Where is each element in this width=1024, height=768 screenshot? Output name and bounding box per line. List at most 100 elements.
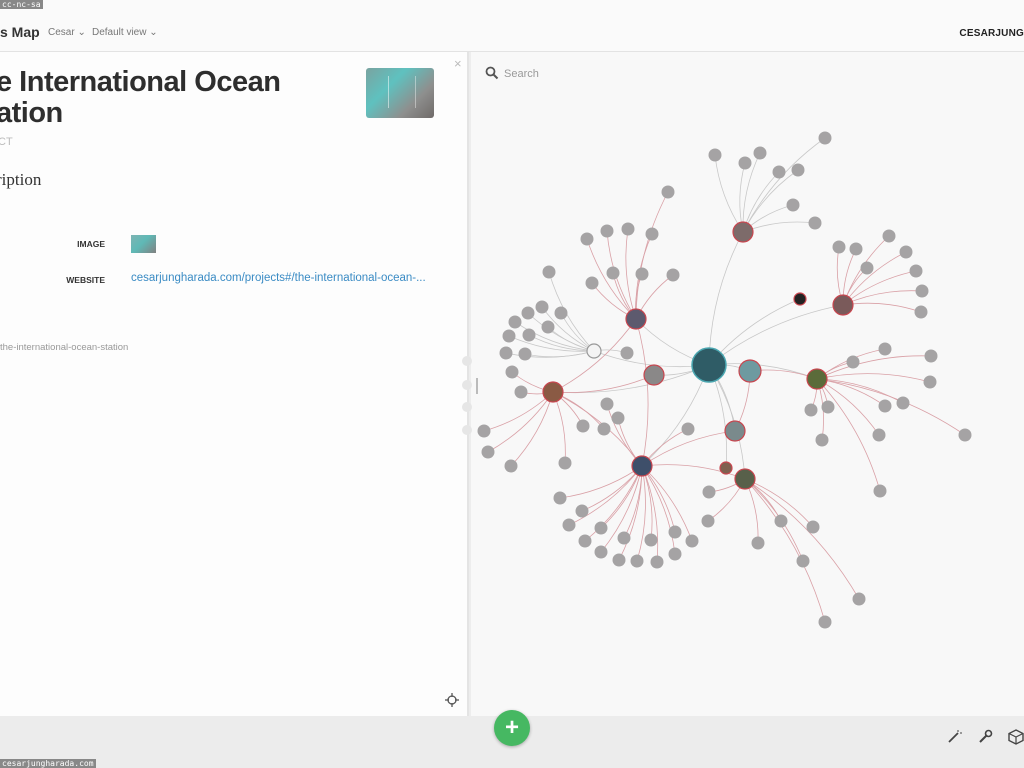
wrench-icon[interactable] <box>977 729 993 745</box>
graph-node[interactable] <box>505 365 519 379</box>
graph-node[interactable] <box>708 148 722 162</box>
search-icon[interactable] <box>485 66 499 80</box>
graph-hub-node[interactable] <box>724 420 746 442</box>
graph-node[interactable] <box>872 428 886 442</box>
graph-node[interactable] <box>832 240 846 254</box>
graph-node[interactable] <box>914 305 928 319</box>
graph-node[interactable] <box>701 514 715 528</box>
graph-node[interactable] <box>645 227 659 241</box>
graph-node[interactable] <box>558 456 572 470</box>
graph-node[interactable] <box>644 533 658 547</box>
graph-node[interactable] <box>804 403 818 417</box>
graph-node[interactable] <box>522 328 536 342</box>
graph-node[interactable] <box>958 428 972 442</box>
graph-hub-node[interactable] <box>625 308 647 330</box>
graph-node[interactable] <box>774 514 788 528</box>
graph-node[interactable] <box>514 385 528 399</box>
graph-node[interactable] <box>860 261 874 275</box>
graph-node[interactable] <box>635 267 649 281</box>
graph-node[interactable] <box>896 396 910 410</box>
graph-node[interactable] <box>611 411 625 425</box>
graph-node[interactable] <box>585 276 599 290</box>
graph-hub-node[interactable] <box>806 368 828 390</box>
graph-node[interactable] <box>738 156 752 170</box>
magic-wand-icon[interactable] <box>946 729 962 745</box>
graph-node[interactable] <box>924 349 938 363</box>
graph-node[interactable] <box>661 185 675 199</box>
graph-node[interactable] <box>554 306 568 320</box>
graph-node[interactable] <box>630 554 644 568</box>
graph-node[interactable] <box>909 264 923 278</box>
graph-hub-node[interactable] <box>542 381 564 403</box>
graph-node[interactable] <box>650 555 664 569</box>
graph-node[interactable] <box>685 534 699 548</box>
graph-node[interactable] <box>594 545 608 559</box>
graph-node[interactable] <box>666 268 680 282</box>
graph-node[interactable] <box>606 266 620 280</box>
graph-node[interactable] <box>521 306 535 320</box>
graph-node[interactable] <box>878 342 892 356</box>
graph-node[interactable] <box>815 433 829 447</box>
graph-node[interactable] <box>600 224 614 238</box>
graph-node[interactable] <box>818 131 832 145</box>
graph-node[interactable] <box>878 399 892 413</box>
graph-node[interactable] <box>808 216 822 230</box>
graph-hub-node[interactable] <box>734 468 756 490</box>
graph-node[interactable] <box>702 485 716 499</box>
graph-node[interactable] <box>541 320 555 334</box>
graph-node[interactable] <box>600 397 614 411</box>
graph-node[interactable] <box>580 232 594 246</box>
graph-node[interactable] <box>821 400 835 414</box>
graph-node[interactable] <box>553 491 567 505</box>
graph-node[interactable] <box>846 355 860 369</box>
graph-node[interactable] <box>597 422 611 436</box>
graph-node[interactable] <box>791 163 805 177</box>
graph-hub-node[interactable] <box>643 364 665 386</box>
graph-node[interactable] <box>542 265 556 279</box>
graph-node[interactable] <box>818 615 832 629</box>
graph-node[interactable] <box>481 445 495 459</box>
graph-node[interactable] <box>882 229 896 243</box>
graph-hub-node[interactable] <box>738 359 762 383</box>
graph-node[interactable] <box>751 536 765 550</box>
graph-hub-node[interactable] <box>732 221 754 243</box>
graph-node[interactable] <box>621 222 635 236</box>
graph-node[interactable] <box>873 484 887 498</box>
graph-node[interactable] <box>502 329 516 343</box>
graph-node[interactable] <box>617 531 631 545</box>
graph-node[interactable] <box>562 518 576 532</box>
graph-node[interactable] <box>786 198 800 212</box>
graph-node[interactable] <box>849 242 863 256</box>
graph-node[interactable] <box>518 347 532 361</box>
graph-node[interactable] <box>576 419 590 433</box>
network-graph[interactable] <box>0 0 1024 716</box>
graph-node[interactable] <box>594 521 608 535</box>
panel-resize-handle[interactable] <box>456 350 478 440</box>
graph-hub-node[interactable] <box>832 294 854 316</box>
graph-hub-node[interactable] <box>691 347 727 383</box>
graph-node[interactable] <box>681 422 695 436</box>
graph-node[interactable] <box>575 504 589 518</box>
graph-hub-node[interactable] <box>586 343 602 359</box>
graph-node[interactable] <box>923 375 937 389</box>
graph-node[interactable] <box>753 146 767 160</box>
graph-hub-node[interactable] <box>631 455 653 477</box>
graph-node[interactable] <box>852 592 866 606</box>
graph-hub-node[interactable] <box>719 461 733 475</box>
graph-node[interactable] <box>668 525 682 539</box>
graph-node[interactable] <box>772 165 786 179</box>
add-element-button[interactable]: + <box>494 710 530 746</box>
cube-icon[interactable] <box>1008 729 1024 745</box>
graph-node[interactable] <box>578 534 592 548</box>
graph-node[interactable] <box>612 553 626 567</box>
graph-node[interactable] <box>499 346 513 360</box>
graph-node[interactable] <box>477 424 491 438</box>
graph-node[interactable] <box>620 346 634 360</box>
search-input[interactable] <box>502 64 626 84</box>
graph-node[interactable] <box>899 245 913 259</box>
graph-node[interactable] <box>796 554 810 568</box>
graph-node[interactable] <box>504 459 518 473</box>
graph-node[interactable] <box>508 315 522 329</box>
graph-node[interactable] <box>915 284 929 298</box>
graph-node[interactable] <box>668 547 682 561</box>
